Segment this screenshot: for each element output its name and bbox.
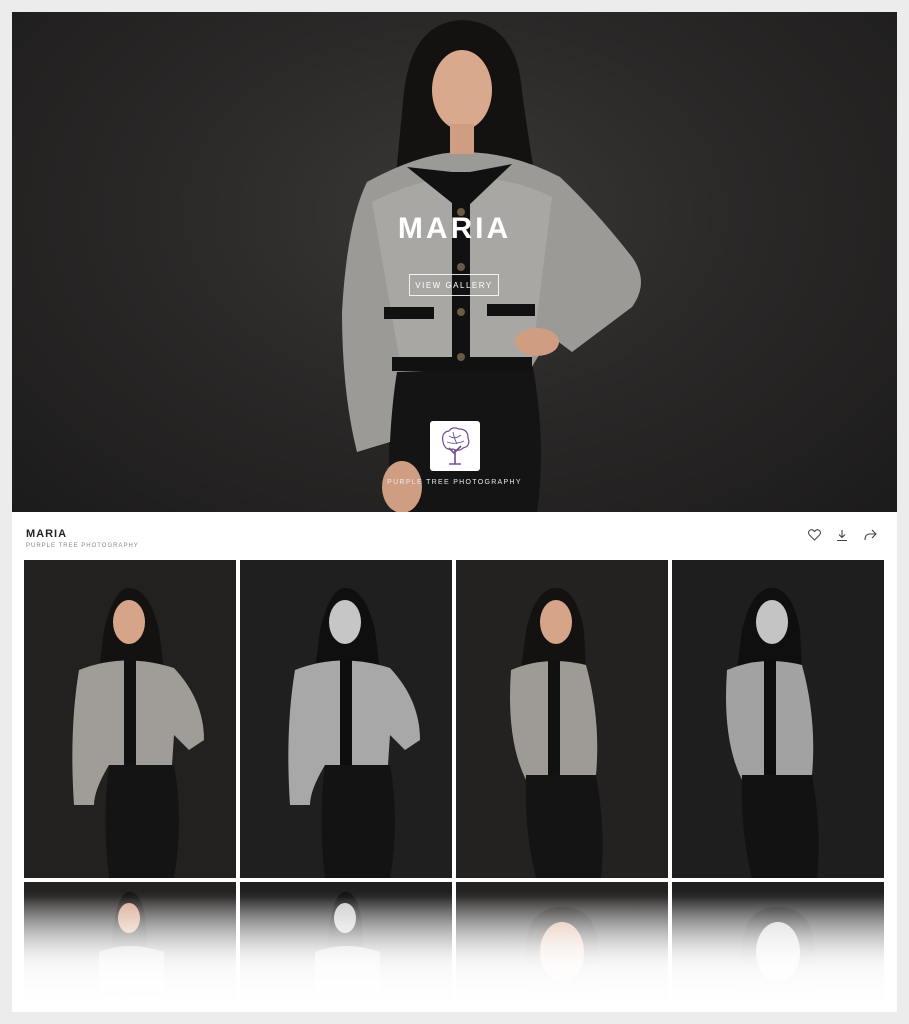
hero-cover: MARIA VIEW GALLERY PURPLE TREE PHOTOGRAP… xyxy=(12,12,897,512)
photo-thumbnail[interactable] xyxy=(672,560,884,878)
photo-image xyxy=(672,560,884,878)
photo-thumbnail[interactable] xyxy=(240,560,452,878)
photo-thumbnail[interactable] xyxy=(456,560,668,878)
gallery-header: MARIA PURPLE TREE PHOTOGRAPHY xyxy=(12,512,897,560)
photo-thumbnail[interactable] xyxy=(24,560,236,878)
gallery-subtitle: PURPLE TREE PHOTOGRAPHY xyxy=(26,543,139,549)
photo-image xyxy=(456,560,668,878)
gallery-actions xyxy=(807,528,877,542)
gallery-title: MARIA xyxy=(26,528,68,540)
tree-logo-icon xyxy=(442,427,470,465)
studio-name: PURPLE TREE PHOTOGRAPHY xyxy=(387,479,522,486)
photo-image xyxy=(24,560,236,878)
heart-icon[interactable] xyxy=(807,528,821,542)
view-gallery-button[interactable]: VIEW GALLERY xyxy=(409,274,499,296)
photo-image xyxy=(240,560,452,878)
hero-title: MARIA xyxy=(397,212,512,245)
bottom-fade xyxy=(12,892,897,1012)
share-icon[interactable] xyxy=(863,528,877,542)
studio-logo[interactable] xyxy=(430,421,480,471)
gallery-page: MARIA VIEW GALLERY PURPLE TREE PHOTOGRAP… xyxy=(12,12,897,1012)
download-icon[interactable] xyxy=(835,528,849,542)
